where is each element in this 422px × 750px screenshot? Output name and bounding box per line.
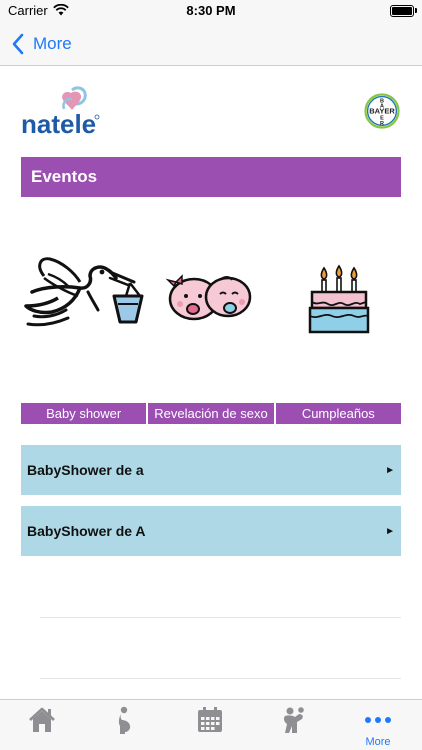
tab-pregnancy[interactable] xyxy=(84,700,168,750)
status-bar: Carrier 8:30 PM xyxy=(0,0,422,22)
list-divider xyxy=(40,678,401,679)
tab-mother-baby[interactable] xyxy=(252,700,336,750)
event-type-tabs: Baby shower Revelación de sexo Cumpleaño… xyxy=(21,403,401,424)
disclosure-arrow-icon: ► xyxy=(385,464,395,476)
battery-tip xyxy=(415,8,417,13)
event-title: BabyShower de a xyxy=(27,462,144,478)
disclosure-arrow-icon: ► xyxy=(385,525,395,537)
tab-baby-shower[interactable]: Baby shower xyxy=(21,403,147,424)
tab-more[interactable]: More xyxy=(336,700,420,750)
tab-bar: More xyxy=(0,699,422,750)
section-title: Eventos xyxy=(31,167,98,186)
svg-text:natele: natele xyxy=(21,109,96,138)
clock: 8:30 PM xyxy=(186,3,236,18)
events-screen: Carrier 8:30 PM More natele BAYER B A E … xyxy=(0,0,422,750)
tab-calendar[interactable] xyxy=(168,700,252,750)
stork-baby-icon[interactable] xyxy=(22,252,144,330)
tab-birthday[interactable]: Cumpleaños xyxy=(275,403,401,424)
twin-babies-icon[interactable] xyxy=(164,272,258,324)
tab-gender-reveal[interactable]: Revelación de sexo xyxy=(148,403,274,424)
navigation-bar: More xyxy=(0,22,422,66)
section-header-eventos: Eventos xyxy=(21,157,401,197)
back-button-label: More xyxy=(33,34,72,53)
svg-text:R: R xyxy=(380,121,384,127)
calendar-icon xyxy=(198,707,222,732)
natele-logo: natele xyxy=(21,86,100,138)
birthday-cake-icon[interactable] xyxy=(304,264,374,334)
event-row[interactable]: BabyShower de A ► xyxy=(21,506,401,556)
event-title: BabyShower de A xyxy=(27,523,146,539)
pregnancy-icon xyxy=(118,706,131,734)
tab-more-label: More xyxy=(365,736,391,748)
battery-icon xyxy=(390,5,414,17)
list-divider xyxy=(40,617,401,618)
chevron-left-icon xyxy=(12,33,24,55)
tab-home[interactable] xyxy=(0,700,84,750)
event-row[interactable]: BabyShower de a ► xyxy=(21,445,401,495)
svg-text:A: A xyxy=(380,104,384,110)
home-icon xyxy=(29,707,55,732)
back-button[interactable]: More xyxy=(10,31,72,57)
bayer-logo: BAYER B A E R xyxy=(364,93,400,129)
mother-baby-icon xyxy=(283,707,304,733)
more-dots-icon xyxy=(365,717,391,723)
